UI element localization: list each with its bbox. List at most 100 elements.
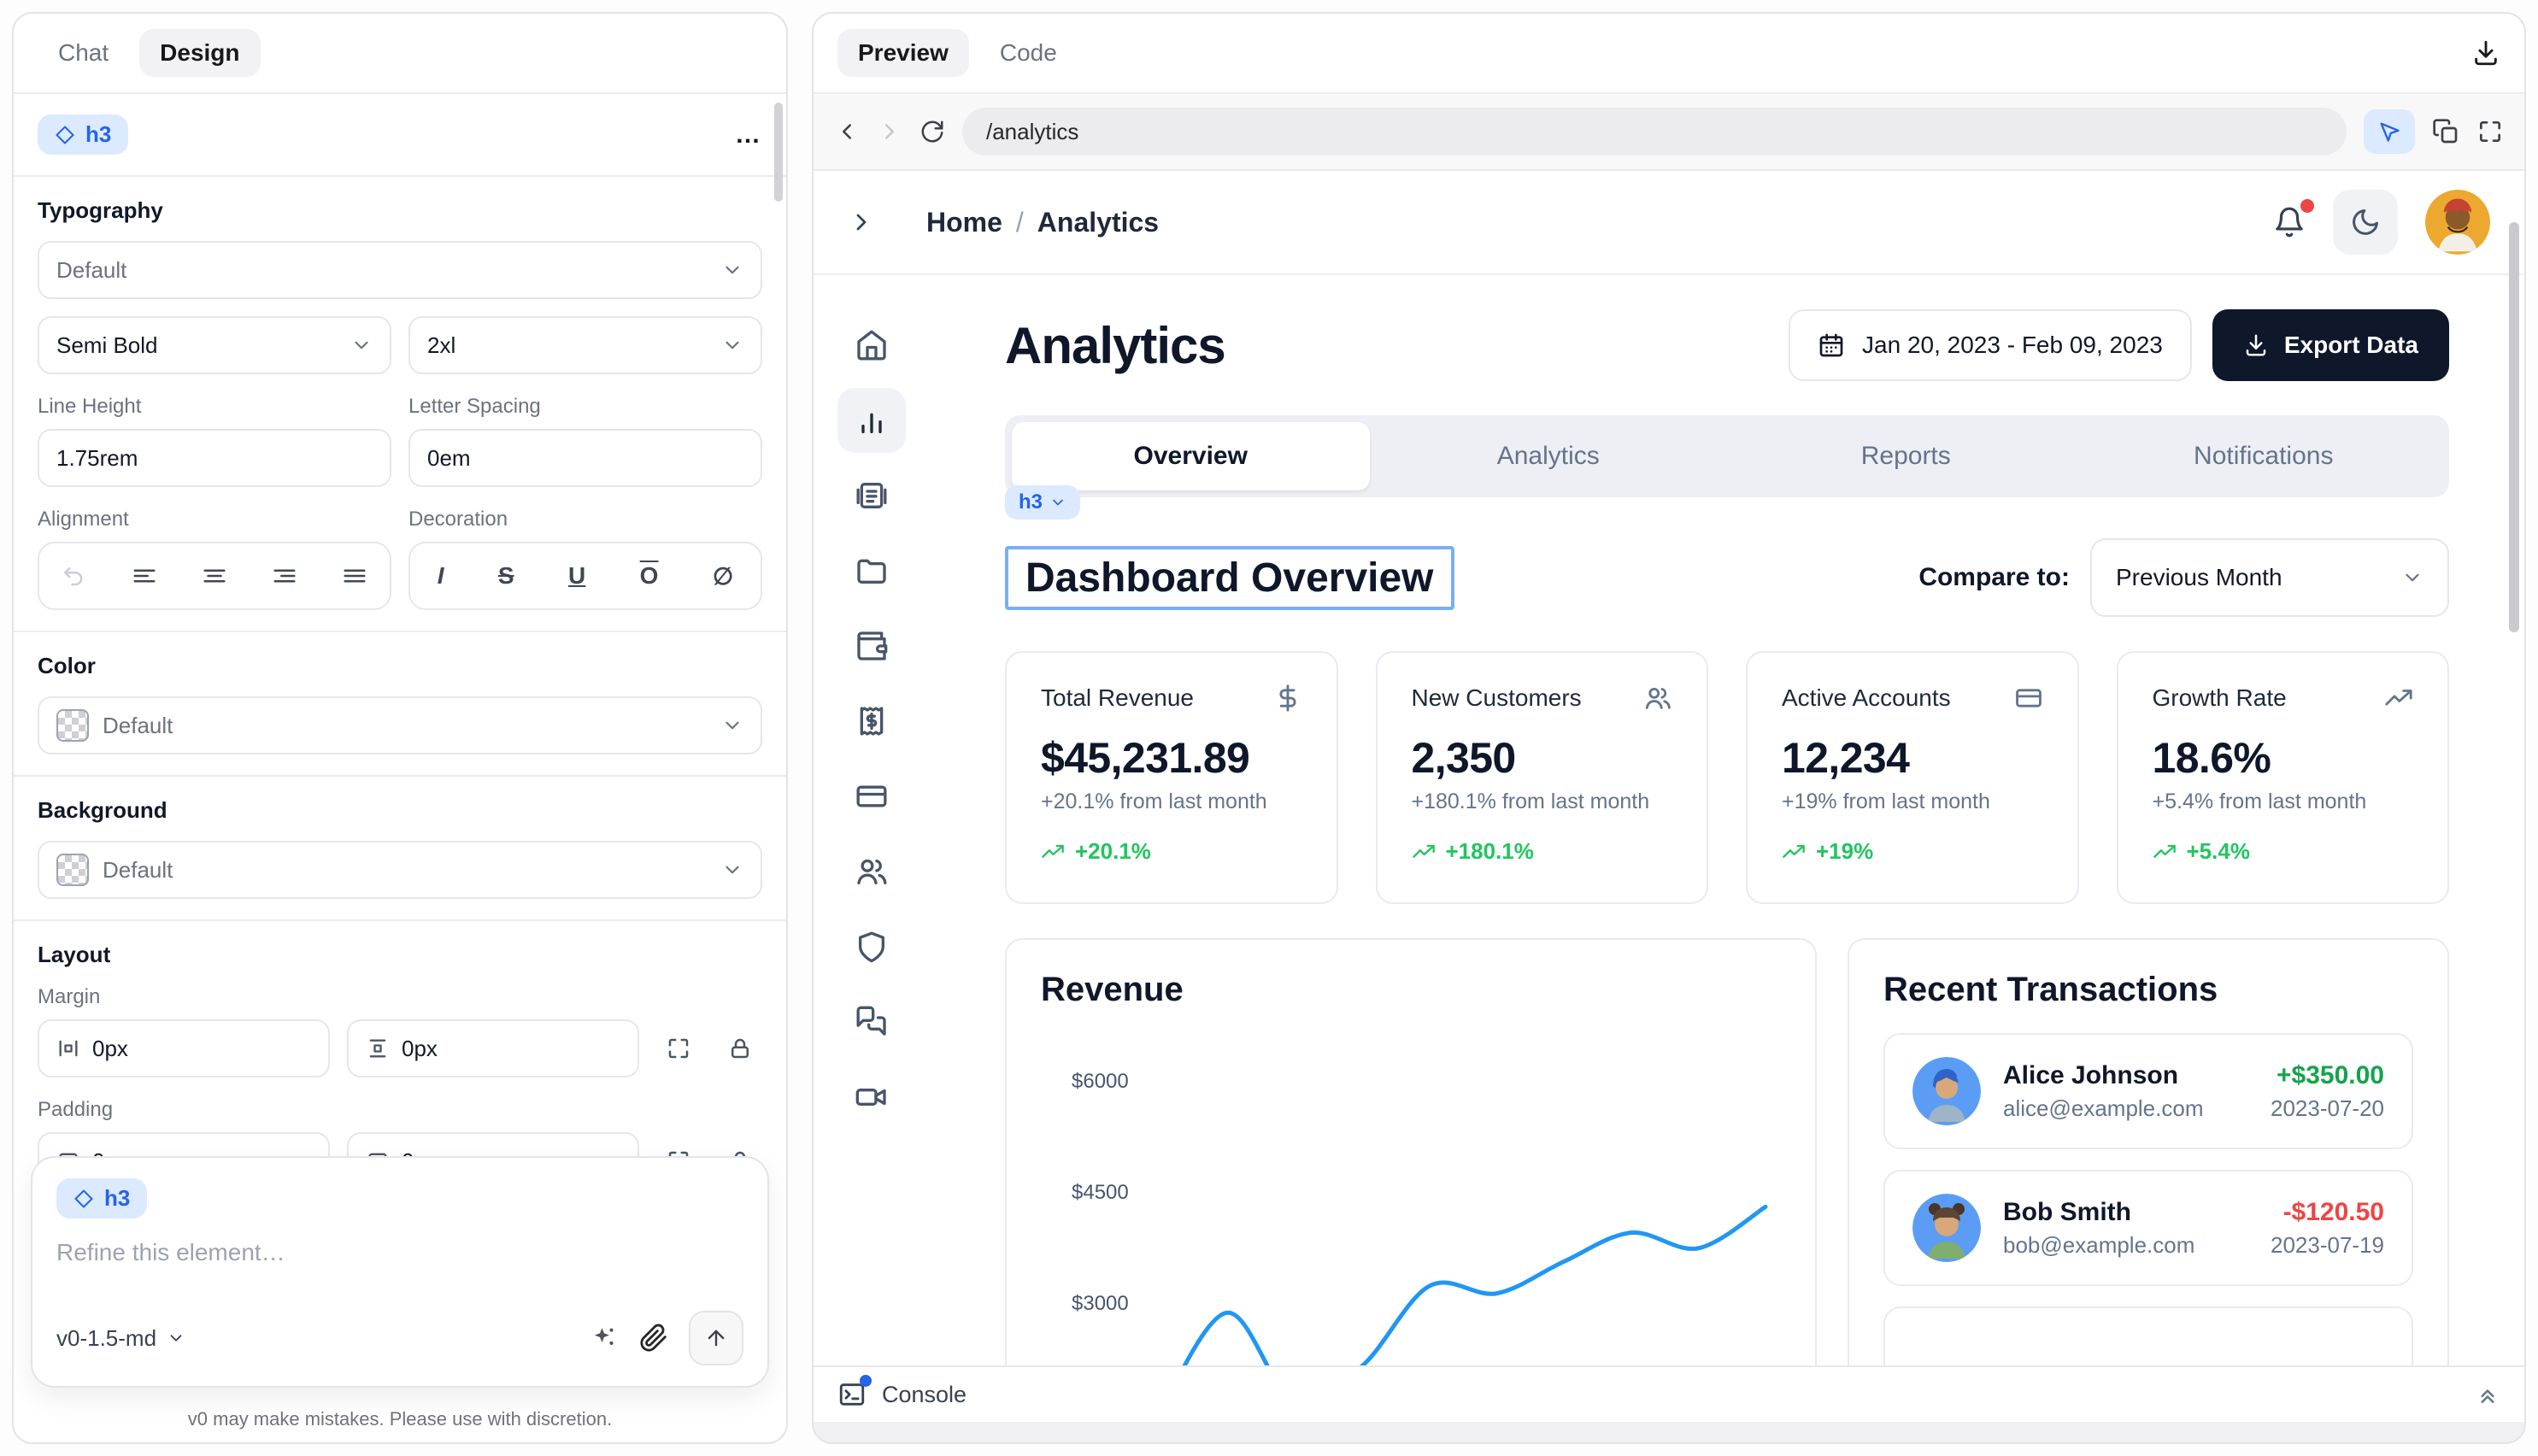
user-avatar[interactable] — [2425, 190, 2490, 255]
underline-icon[interactable]: U — [568, 562, 585, 590]
margin-x-input[interactable]: 0px — [38, 1019, 330, 1077]
moon-icon — [2350, 207, 2381, 238]
tab-code[interactable]: Code — [979, 29, 1078, 77]
rail-video-icon[interactable] — [837, 1065, 906, 1130]
font-family-select[interactable]: Default — [38, 241, 762, 299]
element-selection-outline[interactable]: Dashboard Overview — [1005, 546, 1454, 610]
date-range-button[interactable]: Jan 20, 2023 - Feb 09, 2023 — [1789, 309, 2192, 381]
italic-icon[interactable]: I — [438, 562, 444, 590]
dashboard-main: Analytics Jan 20, 2023 - Feb 09, 2023 Ex… — [930, 275, 2524, 1365]
lock-margin-icon[interactable] — [718, 1026, 762, 1071]
send-button[interactable] — [689, 1311, 743, 1365]
recent-transactions-card: Recent Transactions Alice Johnson alice@… — [1848, 938, 2449, 1365]
align-left-icon[interactable] — [132, 563, 157, 589]
align-center-icon[interactable] — [202, 563, 227, 589]
transaction-row[interactable]: Bob Smith bob@example.com -$120.50 2023-… — [1883, 1170, 2413, 1286]
refine-composer: h3 Refine this element… v0-1.5-md — [31, 1156, 769, 1388]
rail-folder-icon[interactable] — [837, 538, 906, 603]
breadcrumb-current: Analytics — [1037, 207, 1159, 238]
console-bar[interactable]: Console — [814, 1365, 2524, 1422]
terminal-icon — [837, 1380, 867, 1409]
fullscreen-icon[interactable] — [2476, 118, 2504, 145]
console-expand-icon[interactable] — [2475, 1382, 2500, 1407]
download-icon[interactable] — [2471, 38, 2500, 68]
trending-up-icon — [2384, 684, 2413, 713]
design-mode-cursor-icon[interactable] — [2364, 109, 2415, 154]
rail-wallet-icon[interactable] — [837, 614, 906, 678]
copy-icon[interactable] — [2432, 118, 2459, 145]
revenue-title: Revenue — [1041, 971, 1781, 1009]
chevron-down-icon — [721, 334, 743, 356]
export-data-button[interactable]: Export Data — [2212, 309, 2449, 381]
chevron-down-icon — [350, 334, 373, 356]
tab-overview[interactable]: Overview — [1012, 422, 1370, 490]
selected-element-tag[interactable]: h3 — [1005, 485, 1080, 520]
background-select[interactable]: Default — [38, 841, 762, 899]
preview-scrollbar[interactable] — [2509, 222, 2519, 632]
transaction-amount: +$350.00 — [2271, 1061, 2384, 1090]
chevron-down-icon — [2401, 567, 2423, 589]
stat-card-new-customers: New Customers 2,350 +180.1% from last mo… — [1376, 651, 1709, 904]
tab-notifications[interactable]: Notifications — [2085, 422, 2443, 490]
more-menu-icon[interactable]: … — [735, 120, 762, 150]
margin-label: Margin — [38, 985, 762, 1009]
rail-users-icon[interactable] — [837, 839, 906, 904]
overline-icon[interactable]: O — [640, 562, 659, 590]
sidebar-expand-icon[interactable] — [848, 208, 875, 236]
forward-icon[interactable] — [877, 119, 902, 144]
align-right-icon[interactable] — [272, 563, 297, 589]
trend-up-icon — [1041, 840, 1065, 864]
compare-select[interactable]: Previous Month — [2090, 538, 2449, 617]
preview-panel: Preview Code /analytics Home / A — [812, 12, 2526, 1444]
alignment-label: Alignment — [38, 508, 391, 531]
selected-element-badge[interactable]: h3 — [38, 114, 128, 155]
refresh-icon[interactable] — [919, 119, 945, 144]
tab-design[interactable]: Design — [139, 29, 260, 77]
rail-shield-icon[interactable] — [837, 914, 906, 979]
layout-title: Layout — [38, 942, 762, 968]
rail-messages-icon[interactable] — [837, 989, 906, 1054]
margin-y-input[interactable]: 0px — [347, 1019, 639, 1077]
rail-bar-chart-icon[interactable] — [837, 388, 906, 453]
expand-margin-icon[interactable] — [656, 1026, 701, 1071]
no-decoration-icon[interactable]: ∅ — [713, 562, 733, 590]
composer-element-badge[interactable]: h3 — [56, 1178, 147, 1218]
breadcrumb-home[interactable]: Home — [926, 207, 1002, 238]
panel-footer-strip — [814, 1422, 2524, 1442]
tab-preview[interactable]: Preview — [837, 29, 969, 77]
decoration-label: Decoration — [408, 508, 762, 531]
font-weight-select[interactable]: Semi Bold — [38, 316, 391, 374]
tab-chat[interactable]: Chat — [38, 29, 129, 77]
rail-invoice-icon[interactable] — [837, 463, 906, 528]
refine-input[interactable]: Refine this element… — [56, 1239, 743, 1266]
stat-card-active-accounts: Active Accounts 12,234 +19% from last mo… — [1746, 651, 2079, 904]
transaction-row-clipped[interactable] — [1883, 1306, 2413, 1365]
strikethrough-icon[interactable]: S — [498, 562, 514, 590]
rail-receipt-icon[interactable] — [837, 689, 906, 754]
disclaimer-text: v0 may make mistakes. Please use with di… — [14, 1408, 786, 1430]
rail-credit-card-icon[interactable] — [837, 764, 906, 829]
font-size-select[interactable]: 2xl — [408, 316, 762, 374]
sparkles-icon[interactable] — [590, 1324, 619, 1353]
dark-mode-toggle[interactable] — [2333, 190, 2398, 255]
notifications-bell-icon[interactable] — [2273, 206, 2306, 238]
tab-analytics[interactable]: Analytics — [1370, 422, 1728, 490]
reset-alignment-icon[interactable] — [62, 563, 87, 589]
left-scrollbar[interactable] — [774, 103, 783, 202]
model-select[interactable]: v0-1.5-md — [56, 1325, 185, 1352]
color-select[interactable]: Default — [38, 696, 762, 754]
tab-reports[interactable]: Reports — [1727, 422, 2085, 490]
breadcrumb: Home / Analytics — [926, 207, 1159, 238]
rail-home-icon[interactable] — [837, 313, 906, 378]
paperclip-icon[interactable] — [639, 1324, 668, 1353]
url-input[interactable]: /analytics — [962, 108, 2347, 156]
align-justify-icon[interactable] — [342, 563, 367, 589]
transaction-row[interactable]: Alice Johnson alice@example.com +$350.00… — [1883, 1033, 2413, 1149]
notification-dot — [2300, 199, 2314, 213]
compare-label: Compare to: — [1918, 563, 2070, 592]
line-height-input[interactable]: 1.75rem — [38, 429, 391, 487]
back-icon[interactable] — [834, 119, 860, 144]
transaction-date: 2023-07-19 — [2271, 1232, 2384, 1259]
avatar — [1912, 1057, 1981, 1125]
letter-spacing-input[interactable]: 0em — [408, 429, 762, 487]
